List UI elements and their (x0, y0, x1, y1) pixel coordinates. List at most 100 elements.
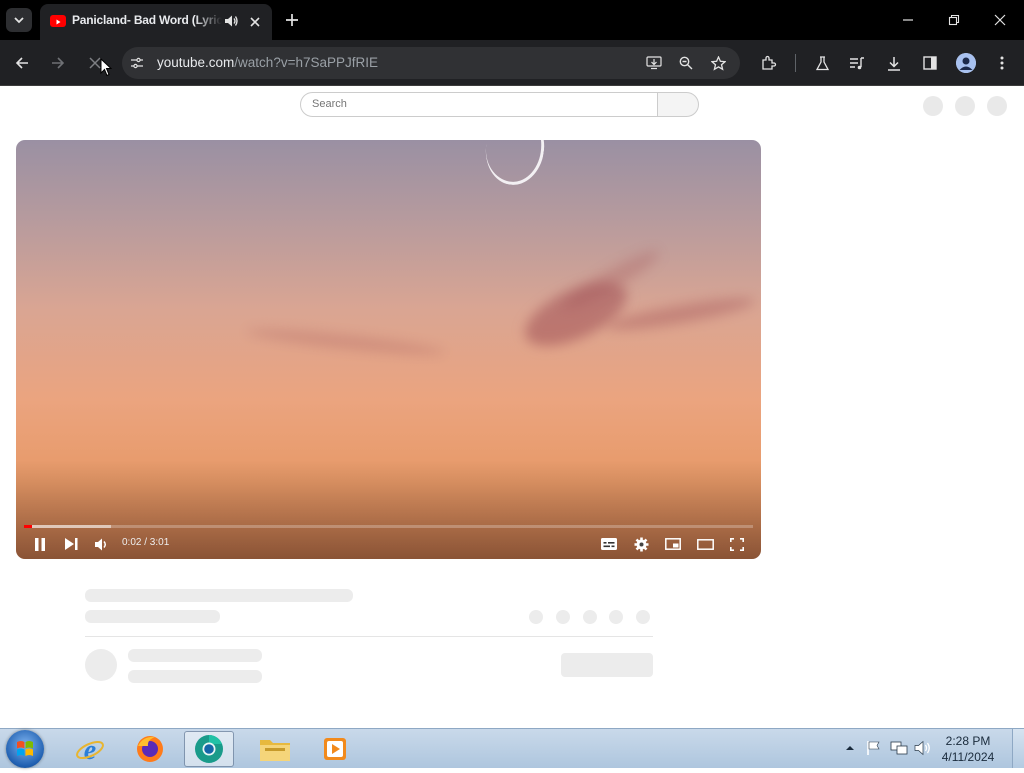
install-app-icon[interactable] (644, 54, 664, 72)
header-icon-placeholder[interactable] (955, 96, 975, 116)
site-info-icon[interactable] (128, 54, 146, 72)
profile-avatar[interactable] (956, 53, 976, 73)
header-icon-placeholder[interactable] (987, 96, 1007, 116)
arrow-left-icon (15, 57, 28, 69)
channel-name-skeleton (128, 649, 262, 662)
restore-button[interactable] (942, 10, 966, 30)
youtube-favicon-icon (50, 15, 66, 27)
search-button[interactable] (657, 92, 699, 117)
settings-button[interactable] (631, 534, 651, 554)
search-input[interactable] (312, 98, 612, 110)
fullscreen-icon (730, 537, 744, 551)
toolbar-divider (795, 54, 796, 72)
downloads-button[interactable] (883, 52, 905, 74)
chevron-up-icon (846, 746, 854, 750)
person-icon (956, 53, 976, 73)
minimize-icon (903, 19, 913, 21)
puzzle-icon (762, 55, 777, 70)
zoom-icon[interactable] (676, 54, 696, 72)
subscribe-button-skeleton (561, 653, 653, 677)
volume-button[interactable] (92, 534, 112, 554)
media-controls-button[interactable] (846, 52, 868, 74)
close-window-button[interactable] (988, 10, 1012, 30)
side-panel-button[interactable] (919, 52, 941, 74)
forward-button[interactable] (46, 52, 70, 74)
url-path: /watch?v=h7SaPPJfRIE (234, 55, 378, 70)
theater-mode-button[interactable] (695, 534, 715, 554)
show-hidden-icons-button[interactable] (843, 741, 857, 755)
subtitle-skeleton (85, 610, 220, 623)
back-button[interactable] (10, 52, 34, 74)
kebab-menu-icon (1000, 56, 1004, 70)
download-icon (888, 56, 900, 71)
close-icon (994, 14, 1006, 26)
divider (85, 636, 653, 637)
internet-explorer-icon: e (76, 735, 104, 764)
new-tab-button[interactable] (282, 10, 302, 30)
minimize-button[interactable] (896, 10, 920, 30)
clock-time: 2:28 PM (945, 734, 991, 748)
gear-icon (634, 537, 648, 551)
action-center-flag-icon[interactable] (866, 740, 882, 756)
tab-title: Panicland- Bad Word (Lyric (72, 13, 222, 27)
time-display: 0:02 / 3:01 (122, 537, 170, 548)
action-skeleton (556, 610, 570, 624)
windows-taskbar: e 2:28 PM 4/11/2024 (0, 728, 1024, 768)
taskbar-media-player[interactable] (310, 731, 360, 767)
miniplayer-button[interactable] (663, 534, 683, 554)
progress-bar[interactable] (24, 525, 753, 528)
folder-icon (260, 740, 290, 761)
bookmark-star-icon[interactable] (708, 54, 728, 72)
action-skeleton (583, 610, 597, 624)
miniplayer-icon (665, 538, 681, 550)
next-button[interactable] (61, 534, 81, 554)
extensions-button[interactable] (758, 52, 780, 74)
chrome-icon (195, 735, 223, 763)
plus-icon (286, 14, 298, 26)
taskbar-windows-explorer[interactable] (250, 731, 300, 767)
channel-avatar-skeleton (85, 649, 117, 681)
url-text: youtube.com/watch?v=h7SaPPJfRIE (157, 55, 378, 70)
labs-button[interactable] (811, 52, 833, 74)
network-icon[interactable] (890, 740, 908, 756)
video-player[interactable]: 0:02 / 3:01 (16, 140, 761, 559)
action-skeleton (609, 610, 623, 624)
media-player-icon (324, 738, 346, 760)
flask-icon (815, 55, 829, 70)
speaker-icon[interactable] (222, 13, 240, 29)
volume-tray-icon[interactable] (914, 740, 932, 756)
youtube-page: 0:02 / 3:01 (0, 86, 1024, 728)
svg-text:e: e (84, 735, 96, 764)
volume-icon (95, 538, 106, 550)
video-frame-moon (481, 140, 549, 189)
tab-close-icon[interactable] (246, 13, 264, 31)
show-desktop-button[interactable] (1012, 729, 1024, 768)
music-queue-icon (850, 56, 864, 69)
progress-buffered (24, 525, 111, 528)
fullscreen-button[interactable] (727, 534, 747, 554)
pause-button[interactable] (30, 534, 50, 554)
arrow-right-icon (52, 57, 65, 69)
video-frame-cloud (245, 324, 447, 360)
header-icon-placeholder[interactable] (923, 96, 943, 116)
skip-next-icon (64, 538, 77, 550)
start-button[interactable] (6, 730, 44, 768)
taskbar-internet-explorer[interactable]: e (65, 731, 115, 767)
active-tab[interactable]: Panicland- Bad Word (Lyric (40, 4, 272, 40)
subtitles-button[interactable] (599, 534, 619, 554)
taskbar-firefox[interactable] (125, 731, 175, 767)
mouse-cursor (100, 57, 114, 78)
system-clock[interactable]: 2:28 PM 4/11/2024 (936, 733, 1000, 765)
subtitles-icon (601, 538, 617, 550)
chevron-down-icon (14, 17, 24, 24)
search-box[interactable] (300, 92, 658, 117)
action-skeleton (636, 610, 650, 624)
side-panel-icon (923, 56, 937, 70)
chrome-menu-button[interactable] (992, 52, 1012, 74)
restore-icon (948, 14, 960, 26)
address-bar[interactable]: youtube.com/watch?v=h7SaPPJfRIE (122, 47, 740, 79)
firefox-icon (137, 736, 163, 762)
tab-search-button[interactable] (6, 8, 32, 32)
url-host: youtube.com (157, 55, 235, 70)
taskbar-chrome[interactable] (184, 731, 234, 767)
